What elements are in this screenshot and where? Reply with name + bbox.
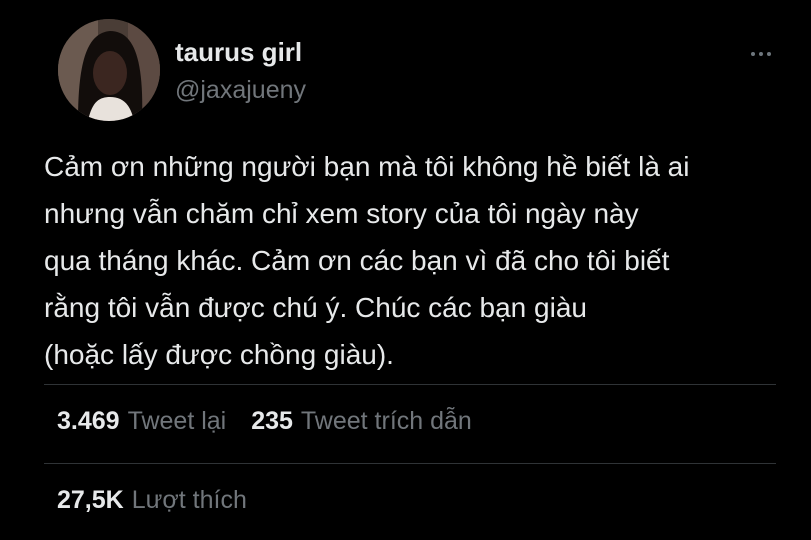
- quote-tweets-stat[interactable]: 235 Tweet trích dẫn: [251, 407, 472, 436]
- likes-row: 27,5K Lượt thích: [57, 486, 247, 515]
- display-name[interactable]: taurus girl: [175, 37, 302, 68]
- user-handle[interactable]: @jaxajueny: [175, 76, 306, 105]
- more-options-button[interactable]: [744, 44, 778, 64]
- engagement-stats: 3.469 Tweet lại 235 Tweet trích dẫn: [57, 407, 472, 436]
- more-horizontal-icon-dot: [759, 52, 763, 56]
- more-horizontal-icon: [751, 52, 755, 56]
- divider: [44, 463, 776, 464]
- tweet-text: Cảm ơn những người bạn mà tôi không hề b…: [44, 143, 784, 378]
- avatar-image: [58, 19, 160, 121]
- likes-label: Lượt thích: [131, 486, 247, 514]
- avatar[interactable]: [58, 19, 160, 121]
- likes-count: 27,5K: [57, 486, 124, 514]
- tweet-text-line: nhưng vẫn chăm chỉ xem story của tôi ngà…: [44, 198, 639, 229]
- divider: [44, 384, 776, 385]
- retweets-stat[interactable]: 3.469 Tweet lại: [57, 407, 226, 436]
- tweet-text-line: qua tháng khác. Cảm ơn các bạn vì đã cho…: [44, 245, 670, 276]
- tweet: taurus girl @jaxajueny Cảm ơn những ngườ…: [0, 0, 811, 540]
- retweets-count: 3.469: [57, 407, 120, 435]
- tweet-text-line: (hoặc lấy được chồng giàu).: [44, 339, 394, 370]
- likes-stat[interactable]: 27,5K Lượt thích: [57, 486, 247, 515]
- more-horizontal-icon-dot: [767, 52, 771, 56]
- tweet-text-line: Cảm ơn những người bạn mà tôi không hề b…: [44, 151, 690, 182]
- quote-tweets-count: 235: [251, 407, 293, 435]
- quote-tweets-label: Tweet trích dẫn: [300, 407, 472, 435]
- retweets-label: Tweet lại: [127, 407, 227, 435]
- tweet-text-line: rằng tôi vẫn được chú ý. Chúc các bạn gi…: [44, 292, 587, 323]
